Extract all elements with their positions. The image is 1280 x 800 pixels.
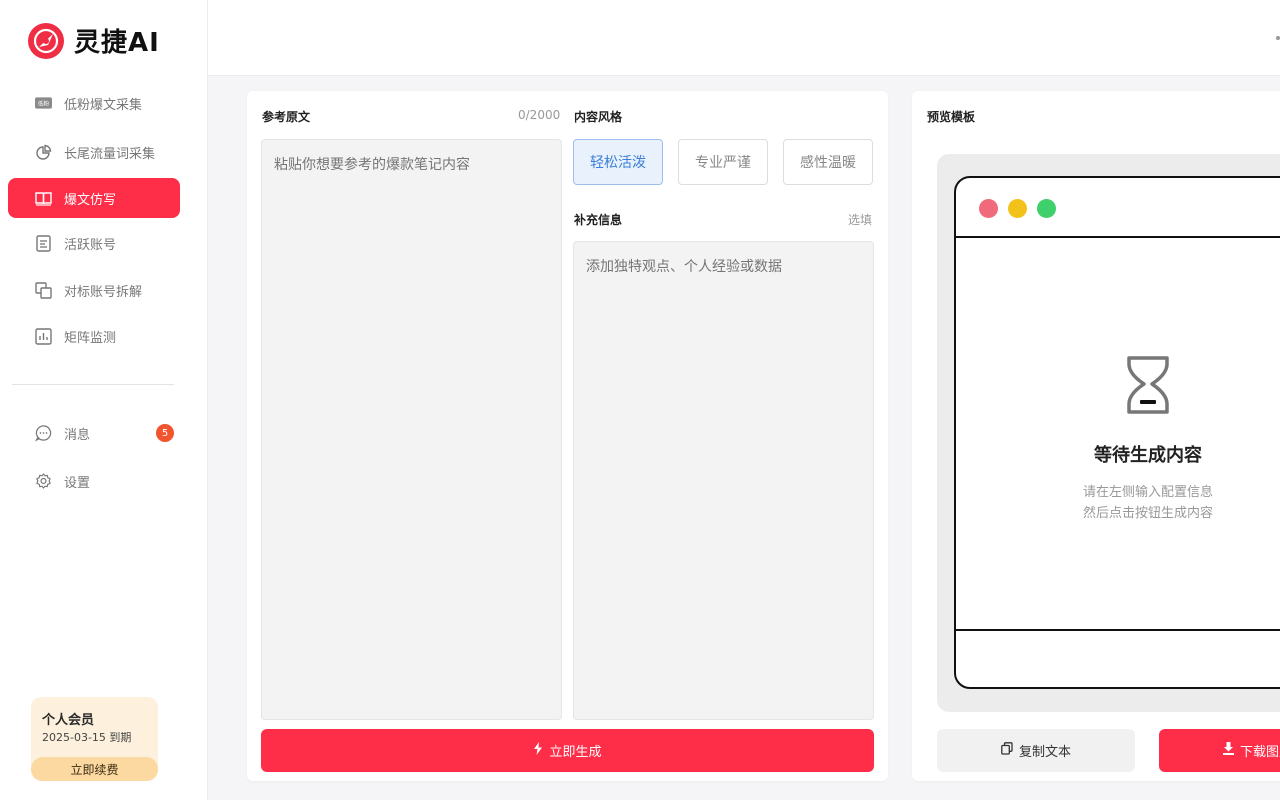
sidebar-item-matrix-monitor[interactable]: 矩阵监测: [8, 316, 180, 356]
sidebar-item-label: 设置: [64, 475, 91, 491]
sidebar-item-low-follower-viral[interactable]: 低粉 低粉爆文采集: [8, 83, 180, 123]
membership-expiry: 2025-03-15 到期: [42, 731, 132, 744]
editor-card: 参考原文 0/2000 内容风格 轻松活泼 专业严谨 感性温暖 补充信息 选填 …: [247, 91, 888, 781]
top-header: [208, 0, 1280, 76]
copy-icon: [1001, 742, 1013, 759]
sidebar-item-longtail-keywords[interactable]: 长尾流量词采集: [8, 132, 180, 172]
book-icon: [35, 190, 52, 207]
preview-window: 等待生成内容 请在左侧输入配置信息 然后点击按钮生成内容: [954, 176, 1280, 689]
sidebar-item-label: 活跃账号: [64, 237, 117, 253]
window-footer-divider: [956, 629, 1280, 631]
document-icon: [35, 234, 52, 252]
sidebar-item-label: 长尾流量词采集: [64, 146, 156, 162]
sidebar: 灵捷AI 低粉 低粉爆文采集 长尾流量词采集 爆文仿写 活跃账号 对标账号拆解: [0, 0, 208, 800]
sidebar-item-label: 矩阵监测: [64, 330, 117, 346]
pie-chart-icon: [35, 144, 52, 161]
reference-char-count: 0/2000: [518, 108, 561, 122]
preview-label: 预览模板: [927, 110, 976, 124]
preview-canvas: 等待生成内容 请在左侧输入配置信息 然后点击按钮生成内容: [937, 154, 1280, 712]
extra-info-label: 补充信息: [574, 213, 623, 227]
sidebar-item-label: 爆文仿写: [64, 192, 117, 208]
waiting-title: 等待生成内容: [1094, 445, 1202, 466]
sidebar-item-messages[interactable]: 消息: [8, 413, 180, 453]
sidebar-item-benchmark-accounts[interactable]: 对标账号拆解: [8, 270, 180, 310]
sidebar-item-label: 低粉爆文采集: [64, 97, 143, 113]
bar-chart-icon: [35, 327, 52, 345]
sidebar-item-label: 消息: [64, 427, 91, 443]
copy-text-button[interactable]: 复制文本: [937, 729, 1135, 772]
window-close-dot: [979, 199, 998, 218]
copy-text-label: 复制文本: [1018, 745, 1071, 760]
low-follower-tag-text: 低粉: [38, 99, 50, 107]
style-option-professional[interactable]: 专业严谨: [678, 139, 768, 185]
brand-name: 灵捷AI: [74, 28, 160, 58]
waiting-hint-line2: 然后点击按钮生成内容: [1082, 506, 1213, 521]
lightning-icon: [533, 742, 543, 759]
style-label: 内容风格: [574, 110, 623, 124]
window-minimize-dot: [1008, 199, 1027, 218]
membership-title: 个人会员: [42, 713, 95, 728]
reference-label: 参考原文: [262, 110, 311, 124]
download-image-label: 下载图片: [1240, 745, 1280, 760]
renew-button[interactable]: 立即续费: [31, 757, 158, 781]
header-edge-icon: [1276, 36, 1280, 40]
download-icon: [1223, 742, 1234, 759]
waiting-hint-line1: 请在左侧输入配置信息: [1082, 485, 1213, 500]
low-follower-tag-icon: 低粉: [35, 95, 52, 112]
hourglass-icon: [1126, 356, 1170, 420]
sidebar-item-label: 对标账号拆解: [64, 284, 143, 300]
window-maximize-dot: [1037, 199, 1056, 218]
style-option-lively[interactable]: 轻松活泼: [573, 139, 663, 185]
sidebar-item-viral-rewrite[interactable]: 爆文仿写: [8, 178, 180, 218]
rocket-logo-icon: [28, 22, 64, 59]
generate-button[interactable]: 立即生成: [261, 729, 874, 772]
extra-info-optional-hint: 选填: [848, 213, 873, 227]
gear-icon: [35, 473, 52, 490]
style-option-warm[interactable]: 感性温暖: [783, 139, 873, 185]
chat-bubble-icon: [35, 425, 52, 442]
preview-card: 预览模板 等待生成内容 请在左侧输入配置信息 然后点击按钮生成内容 复制文本 下…: [912, 91, 1280, 781]
sidebar-item-active-accounts[interactable]: 活跃账号: [8, 223, 180, 263]
sidebar-item-settings[interactable]: 设置: [8, 461, 180, 501]
reference-textarea[interactable]: [261, 139, 562, 720]
sidebar-divider: [12, 384, 174, 385]
extra-info-textarea[interactable]: [573, 241, 874, 720]
membership-card: 个人会员 2025-03-15 到期 立即续费: [31, 697, 158, 781]
download-image-button[interactable]: 下载图片: [1159, 729, 1280, 772]
copy-split-icon: [35, 281, 52, 299]
generate-button-label: 立即生成: [549, 745, 602, 760]
logo[interactable]: 灵捷AI: [28, 22, 160, 59]
window-titlebar: [956, 178, 1280, 238]
message-count-badge: 5: [156, 424, 174, 442]
